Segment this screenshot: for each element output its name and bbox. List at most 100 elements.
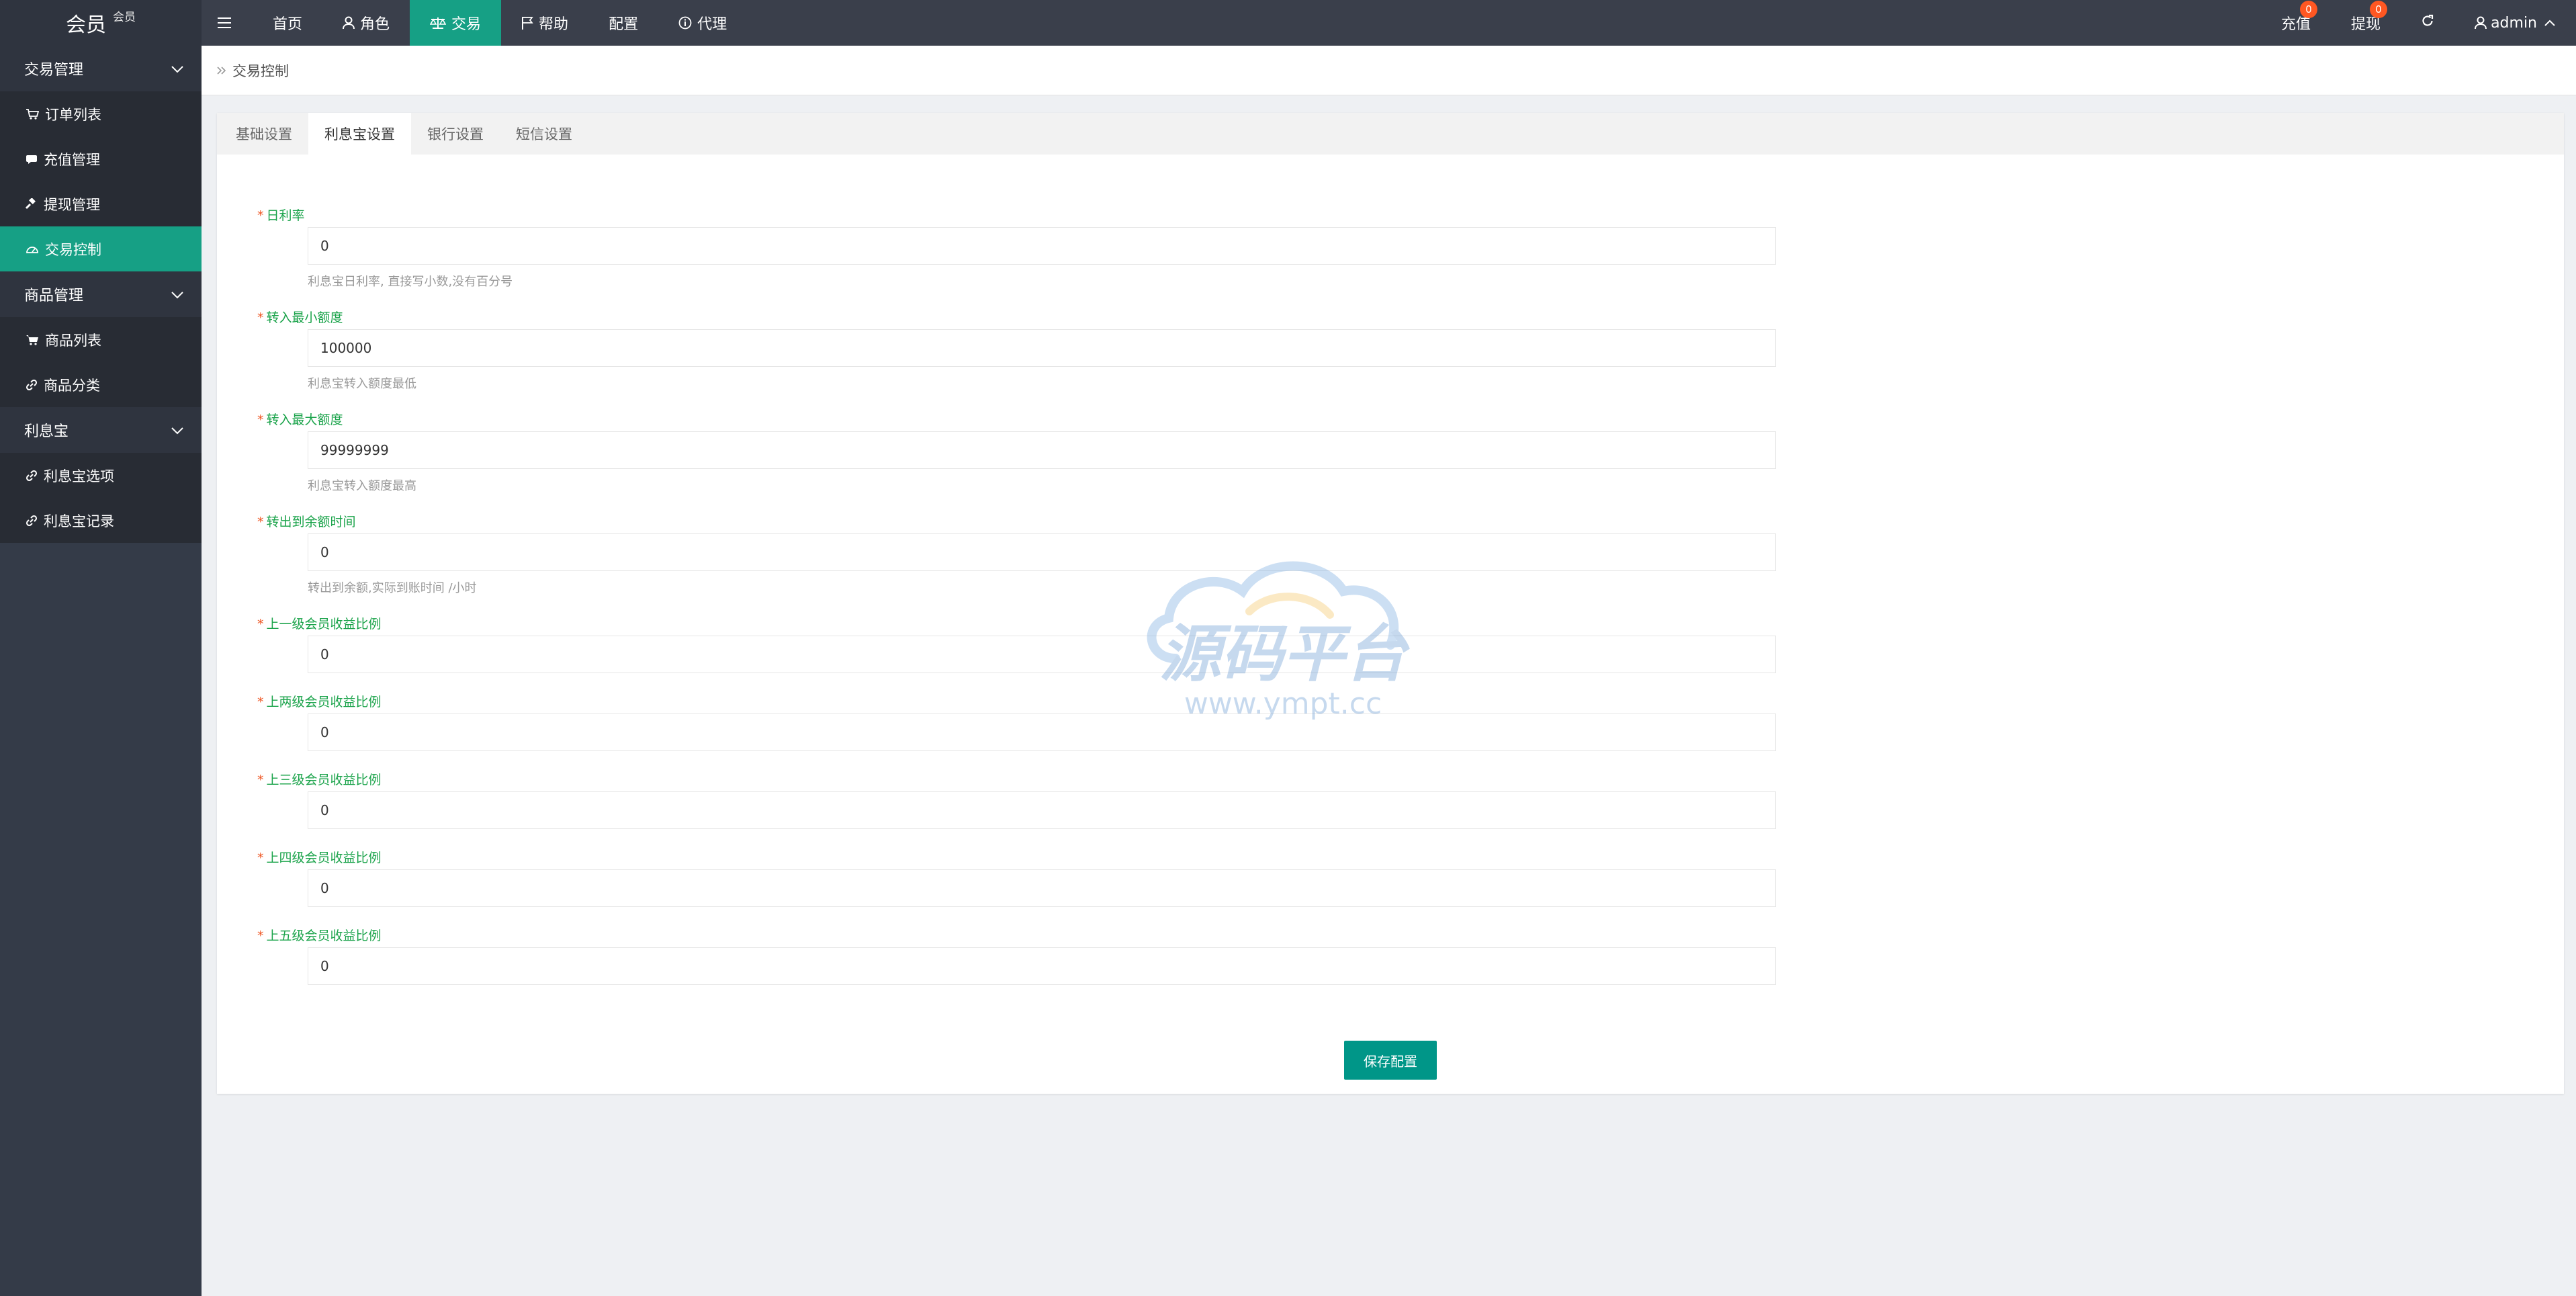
nav-trade[interactable]: 交易 [410,0,502,46]
tab-basic-settings[interactable]: 基础设置 [220,113,308,155]
nav-help-label: 帮助 [539,16,569,33]
balance-scale-icon [430,16,447,30]
field-min-deposit: * 转入最小额度 100000 利息宝转入额度最低 [257,310,1776,391]
max-deposit-input[interactable]: 99999999 [308,431,1776,469]
user-menu[interactable]: admin [2454,0,2576,46]
user-icon [343,16,355,30]
field-label: * 上两级会员收益比例 [257,695,382,709]
transfer-time-input[interactable]: 0 [308,533,1776,571]
sidebar-item-label: 交易控制 [45,241,101,258]
sidebar-item-label: 利息宝选项 [44,468,114,484]
field-label: * 日利率 [257,208,305,223]
nav-role-label: 角色 [360,16,390,33]
level4-ratio-input[interactable]: 0 [308,869,1776,907]
user-icon [2475,16,2487,30]
sidebar-group-goods[interactable]: 商品管理 [0,271,202,317]
field-level1-ratio: * 上一级会员收益比例 0 [257,617,1776,673]
flag-icon [521,16,533,30]
brand-subtitle: 会员 [113,10,136,24]
sidebar-item-label: 充值管理 [44,151,100,168]
cart-icon [26,108,39,120]
sidebar-item-goods-list[interactable]: 商品列表 [0,317,202,362]
field-level2-ratio: * 上两级会员收益比例 0 [257,695,1776,751]
top-nav: 首页 角色 交易 帮助 配置 代理 [202,0,747,46]
comment-icon [26,154,38,165]
nav-home-label: 首页 [273,16,303,33]
tab-bank-settings[interactable]: 银行设置 [411,113,500,155]
nav-agent-label: 代理 [697,16,727,33]
watermark-title: 源码平台 [1159,618,1410,690]
nav-config[interactable]: 配置 [588,0,658,46]
menu-icon [218,17,231,29]
field-label: * 转入最大额度 [257,413,343,427]
level1-ratio-input[interactable]: 0 [308,636,1776,673]
breadcrumb-current[interactable]: 交易控制 [232,60,289,81]
field-level5-ratio: * 上五级会员收益比例 0 [257,928,1776,985]
sidebar-group-trade[interactable]: 交易管理 [0,46,202,91]
double-chevron-right-icon [216,62,227,79]
field-level4-ratio: * 上四级会员收益比例 0 [257,851,1776,907]
sidebar-item-withdraw[interactable]: 提现管理 [0,181,202,226]
nav-home[interactable]: 首页 [253,0,322,46]
level5-ratio-input[interactable]: 0 [308,947,1776,985]
link-icon [26,515,38,527]
recharge-link[interactable]: 充值 0 [2261,0,2331,46]
withdraw-link[interactable]: 提现 0 [2331,0,2401,46]
sidebar: 交易管理 订单列表 充值管理 提现管理 交易控制 商品管理 商品列表 商品分类 … [0,46,202,1296]
gavel-icon [26,198,38,210]
watermark-url: www.ympt.cc [1184,687,1382,721]
sidebar-item-label: 商品分类 [44,377,100,394]
settings-tabs: 基础设置 利息宝设置 银行设置 短信设置 [217,113,2564,155]
user-name: admin [2491,14,2537,32]
sidebar-item-recharge[interactable]: 充值管理 [0,136,202,181]
link-icon [26,470,38,482]
nav-agent[interactable]: 代理 [658,0,747,46]
brand-title: 会员 [66,13,106,37]
sidebar-item-interest-records[interactable]: 利息宝记录 [0,498,202,543]
sidebar-item-label: 订单列表 [45,106,101,123]
level3-ratio-input[interactable]: 0 [308,791,1776,829]
sidebar-group-interest[interactable]: 利息宝 [0,407,202,453]
watermark-logo: 源码平台 www.ympt.cc [1135,558,1431,732]
refresh-icon [2421,14,2434,32]
sidebar-item-trade-control[interactable]: 交易控制 [0,226,202,271]
field-label: * 上三级会员收益比例 [257,773,382,787]
sidebar-item-label: 利息宝记录 [44,513,114,529]
tab-interest-settings[interactable]: 利息宝设置 [308,113,411,155]
shopping-cart-icon [26,334,39,346]
recharge-badge: 0 [2300,1,2318,18]
nav-role[interactable]: 角色 [322,0,410,46]
field-level3-ratio: * 上三级会员收益比例 0 [257,773,1776,829]
sidebar-item-interest-options[interactable]: 利息宝选项 [0,453,202,498]
tab-sms-settings[interactable]: 短信设置 [500,113,588,155]
sidebar-item-order-list[interactable]: 订单列表 [0,91,202,136]
field-label: * 转出到余额时间 [257,515,356,529]
brand-logo[interactable]: 会员 会员 [0,0,202,46]
sidebar-item-label: 提现管理 [44,196,100,213]
field-label: * 上四级会员收益比例 [257,851,382,865]
link-icon [26,379,38,391]
field-max-deposit: * 转入最大额度 99999999 利息宝转入额度最高 [257,413,1776,493]
field-help: 利息宝日利率, 直接写小数,没有百分号 [308,275,513,289]
nav-help[interactable]: 帮助 [501,0,588,46]
sidebar-item-label: 商品列表 [45,332,101,349]
field-label: * 上五级会员收益比例 [257,928,382,943]
sidebar-group-label: 利息宝 [24,423,69,440]
chevron-down-icon [171,422,184,439]
top-bar: 会员 会员 首页 角色 交易 帮助 配置 代理 充值 0 提现 0 admin [0,0,2576,46]
refresh-button[interactable] [2401,0,2454,46]
sidebar-item-goods-category[interactable]: 商品分类 [0,362,202,407]
daily-rate-input[interactable]: 0 [308,227,1776,265]
info-circle-icon [678,16,692,30]
field-help: 利息宝转入额度最高 [308,479,416,493]
withdraw-badge: 0 [2370,1,2388,18]
level2-ratio-input[interactable]: 0 [308,714,1776,751]
min-deposit-input[interactable]: 100000 [308,329,1776,367]
nav-config-label: 配置 [609,16,639,33]
field-label: * 转入最小额度 [257,310,343,325]
dashboard-icon [26,243,39,255]
menu-toggle-button[interactable] [202,0,253,46]
save-config-button[interactable]: 保存配置 [1344,1041,1437,1080]
nav-trade-label: 交易 [451,16,482,33]
chevron-up-icon [2544,19,2556,27]
